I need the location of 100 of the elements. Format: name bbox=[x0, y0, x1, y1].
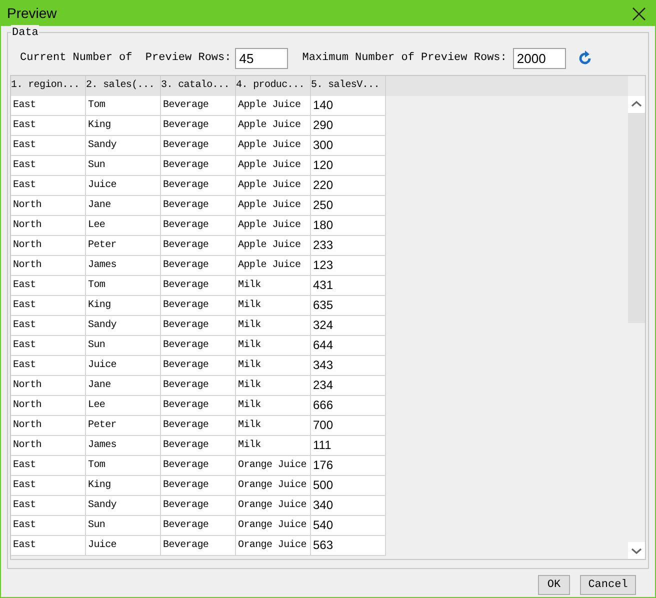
table-cell: King bbox=[86, 296, 161, 316]
table-cell: Milk bbox=[236, 296, 311, 316]
table-cell: 290 bbox=[311, 116, 386, 136]
table-cell: Beverage bbox=[161, 296, 236, 316]
table-cell: Beverage bbox=[161, 216, 236, 236]
table-cell: North bbox=[11, 396, 86, 416]
table-cell: 540 bbox=[311, 516, 386, 536]
max-rows-field[interactable]: 2000 bbox=[512, 48, 566, 68]
current-rows-label: Current Number of Preview Rows: bbox=[20, 50, 232, 66]
table-cell: 220 bbox=[311, 176, 386, 196]
table-cell: 123 bbox=[311, 256, 386, 276]
table-cell: Beverage bbox=[161, 136, 236, 156]
table-cell: Apple Juice bbox=[236, 256, 311, 276]
table-cell: Sandy bbox=[86, 136, 161, 156]
table-cell: East bbox=[11, 176, 86, 196]
table-cell: Apple Juice bbox=[236, 156, 311, 176]
table-cell: Sandy bbox=[86, 316, 161, 336]
table-cell: Beverage bbox=[161, 536, 236, 556]
table-cell: North bbox=[11, 196, 86, 216]
table-cell: Apple Juice bbox=[236, 216, 311, 236]
table-cell: 500 bbox=[311, 476, 386, 496]
table-cell: Beverage bbox=[161, 256, 236, 276]
refresh-icon bbox=[576, 50, 593, 66]
table-cell: Juice bbox=[86, 356, 161, 376]
table-cell: Sun bbox=[86, 516, 161, 536]
table-cell: Beverage bbox=[161, 516, 236, 536]
table-cell: East bbox=[11, 116, 86, 136]
table-cell: Juice bbox=[86, 536, 161, 556]
table-cell: King bbox=[86, 116, 161, 136]
table-cell: Orange Juice bbox=[236, 456, 311, 476]
close-icon bbox=[632, 6, 646, 20]
table-cell: Apple Juice bbox=[236, 136, 311, 156]
table-cell: East bbox=[11, 356, 86, 376]
dialog-button[interactable]: Cancel bbox=[580, 575, 636, 595]
table-cell: 250 bbox=[311, 196, 386, 216]
table-cell: Juice bbox=[86, 176, 161, 196]
table-cell: Beverage bbox=[161, 456, 236, 476]
table-cell: Milk bbox=[236, 436, 311, 456]
table-cell: 120 bbox=[311, 156, 386, 176]
table-cell: Milk bbox=[236, 316, 311, 336]
window-title: Preview bbox=[7, 4, 57, 23]
table-cell: East bbox=[11, 136, 86, 156]
table-cell: Beverage bbox=[161, 116, 236, 136]
table-cell: Beverage bbox=[161, 156, 236, 176]
table-cell: James bbox=[86, 256, 161, 276]
table-cell: 180 bbox=[311, 216, 386, 236]
table-cell: Beverage bbox=[161, 96, 236, 116]
table-cell: 563 bbox=[311, 536, 386, 556]
max-rows-label: Maximum Number of Preview Rows: bbox=[302, 50, 507, 66]
table-cell: Jane bbox=[86, 196, 161, 216]
table-cell: Orange Juice bbox=[236, 476, 311, 496]
table-cell: North bbox=[11, 376, 86, 396]
table-cell: Apple Juice bbox=[236, 196, 311, 216]
table-cell: Orange Juice bbox=[236, 496, 311, 516]
table-cell: Lee bbox=[86, 216, 161, 236]
table-cell: North bbox=[11, 236, 86, 256]
table-cell: 233 bbox=[311, 236, 386, 256]
table-cell: Beverage bbox=[161, 316, 236, 336]
table-cell: 300 bbox=[311, 136, 386, 156]
table-cell: Milk bbox=[236, 376, 311, 396]
table-cell: East bbox=[11, 536, 86, 556]
table-cell: 340 bbox=[311, 496, 386, 516]
table-cell: Milk bbox=[236, 416, 311, 436]
table-cell: 234 bbox=[311, 376, 386, 396]
scroll-up-icon bbox=[628, 96, 645, 113]
table-cell: 700 bbox=[311, 416, 386, 436]
table-cell: Tom bbox=[86, 456, 161, 476]
table-cell: Beverage bbox=[161, 496, 236, 516]
table-cell: North bbox=[11, 256, 86, 276]
table-cell: East bbox=[11, 156, 86, 176]
current-rows-field[interactable]: 45 bbox=[235, 48, 288, 68]
table-cell: Orange Juice bbox=[236, 516, 311, 536]
table-cell: East bbox=[11, 336, 86, 356]
table-cell: Jane bbox=[86, 376, 161, 396]
table-cell: Apple Juice bbox=[236, 176, 311, 196]
table-cell: Beverage bbox=[161, 436, 236, 456]
table-cell: Milk bbox=[236, 336, 311, 356]
table-cell: Sun bbox=[86, 336, 161, 356]
table-cell: Orange Juice bbox=[236, 536, 311, 556]
table-cell: 324 bbox=[311, 316, 386, 336]
scroll-down-icon bbox=[628, 542, 645, 559]
dialog-button[interactable]: OK bbox=[538, 575, 570, 595]
table-cell: Beverage bbox=[161, 476, 236, 496]
table-cell: Apple Juice bbox=[236, 116, 311, 136]
close-button[interactable] bbox=[631, 6, 647, 22]
table-cell: 635 bbox=[311, 296, 386, 316]
table-cell: 431 bbox=[311, 276, 386, 296]
table-cell: Tom bbox=[86, 276, 161, 296]
table-cell: North bbox=[11, 436, 86, 456]
table-cell: Peter bbox=[86, 236, 161, 256]
table-cell: Peter bbox=[86, 416, 161, 436]
table-cell: Beverage bbox=[161, 416, 236, 436]
table-cell: East bbox=[11, 276, 86, 296]
scroll-thumb[interactable] bbox=[628, 113, 645, 323]
table-cell: Milk bbox=[236, 396, 311, 416]
table-cell: Tom bbox=[86, 96, 161, 116]
table-cell: Apple Juice bbox=[236, 236, 311, 256]
table-cell: Sun bbox=[86, 156, 161, 176]
table-cell: East bbox=[11, 456, 86, 476]
table-cell: 666 bbox=[311, 396, 386, 416]
